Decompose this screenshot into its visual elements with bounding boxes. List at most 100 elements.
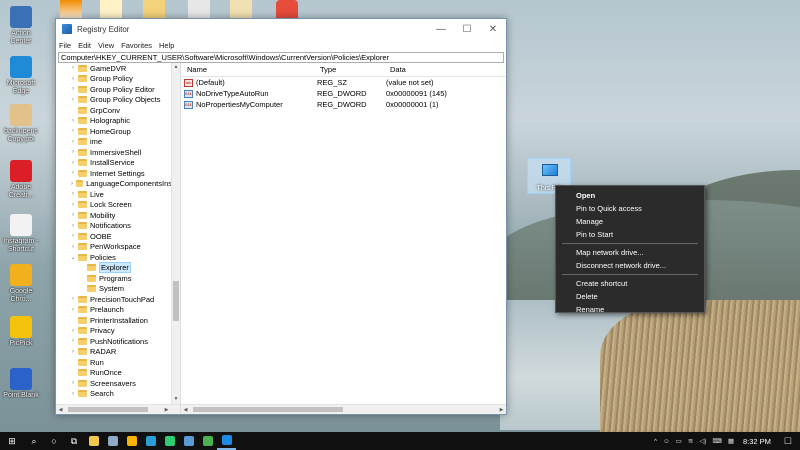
chevron-right-icon[interactable]: › <box>68 149 78 155</box>
tree-item[interactable]: GrpConv <box>56 105 172 116</box>
column-data[interactable]: Data <box>384 65 506 74</box>
tree-vertical-scrollbar[interactable]: ▲ ▼ <box>171 63 180 404</box>
taskbar-app-button[interactable] <box>84 432 103 450</box>
tree-item[interactable]: › ImmersiveShell <box>56 147 172 158</box>
tray-chevron-icon[interactable]: ^ <box>654 438 657 445</box>
desktop-icon[interactable]: Point Blank <box>0 368 42 400</box>
tree-item[interactable]: › Group Policy Editor <box>56 84 172 95</box>
tree-item[interactable]: › Holographic <box>56 116 172 127</box>
chevron-right-icon[interactable]: › <box>68 391 78 397</box>
tree-item[interactable]: › PushNotifications <box>56 336 172 347</box>
registry-editor-window[interactable]: Registry Editor — ☐ ✕ File Edit View Fav… <box>55 18 507 415</box>
menu-view[interactable]: View <box>98 41 114 50</box>
chevron-right-icon[interactable]: › <box>68 170 78 176</box>
desktop-icon[interactable]: Google Chro... <box>0 264 42 304</box>
chevron-right-icon[interactable]: › <box>68 380 78 386</box>
scroll-right-icon[interactable]: ▶ <box>162 405 171 414</box>
tree-item[interactable]: › RADAR <box>56 347 172 358</box>
task-view-icon[interactable]: ⧉ <box>64 432 84 450</box>
search-icon[interactable]: ⌕ <box>24 432 44 450</box>
taskbar-app-button[interactable] <box>217 432 236 450</box>
desktop-icon[interactable]: PicPick <box>0 316 42 348</box>
tree-item[interactable]: › Prelaunch <box>56 305 172 316</box>
chevron-right-icon[interactable]: › <box>68 328 78 334</box>
value-row[interactable]: ab (Default) REG_SZ (value not set) <box>181 77 506 88</box>
wifi-icon[interactable]: ≋ <box>688 437 693 445</box>
values-hscroll-thumb[interactable] <box>193 407 343 412</box>
taskbar-app-button[interactable] <box>122 432 141 450</box>
value-row[interactable]: 011 NoPropertiesMyComputer REG_DWORD 0x0000… <box>181 99 506 110</box>
tree-item[interactable]: › HomeGroup <box>56 126 172 137</box>
tree-item[interactable]: › Mobility <box>56 210 172 221</box>
emoji-tray-icon[interactable]: ☺ <box>663 438 670 445</box>
tree-item[interactable]: Programs <box>56 273 172 284</box>
context-menu-item[interactable]: Open <box>556 189 704 202</box>
tree-item[interactable]: PrinterInstallation <box>56 315 172 326</box>
close-button[interactable]: ✕ <box>480 19 506 39</box>
tree-item[interactable]: › PenWorkspace <box>56 242 172 253</box>
chevron-right-icon[interactable]: › <box>68 307 78 313</box>
tree-item[interactable]: › InstallService <box>56 158 172 169</box>
tree-item[interactable]: › LanguageComponentsIns <box>56 179 172 190</box>
tree-item[interactable]: › GameDVR <box>56 63 172 74</box>
clock[interactable]: 8:32 PM <box>743 437 771 446</box>
scroll-right-icon[interactable]: ▶ <box>497 405 506 415</box>
key-tree-pane[interactable]: › GameDVR › Group Policy › Group Policy Edito… <box>56 63 181 414</box>
menu-file[interactable]: File <box>59 41 71 50</box>
scroll-left-icon[interactable]: ◀ <box>181 405 190 415</box>
start-button[interactable]: ⊞ <box>0 432 24 450</box>
tree-hscroll-thumb[interactable] <box>68 407 148 412</box>
column-name[interactable]: Name <box>181 65 314 74</box>
desktop-icon[interactable]: Action Center <box>0 6 42 46</box>
tree-horizontal-scrollbar[interactable]: ◀ ▶ <box>56 404 180 414</box>
chevron-right-icon[interactable]: › <box>68 76 78 82</box>
context-menu-item[interactable]: Create shortcut <box>556 277 704 290</box>
chevron-right-icon[interactable]: › <box>68 191 78 197</box>
chevron-right-icon[interactable]: › <box>68 202 78 208</box>
chevron-right-icon[interactable]: › <box>68 212 78 218</box>
chevron-right-icon[interactable]: › <box>68 338 78 344</box>
tree-item[interactable]: System <box>56 284 172 295</box>
tree-item[interactable]: ⌄ Policies <box>56 252 172 263</box>
battery-icon[interactable]: ▭ <box>676 437 682 445</box>
cortana-icon[interactable]: ○ <box>44 432 64 450</box>
context-menu-item[interactable]: Disconnect network drive... <box>556 259 704 272</box>
tree-item[interactable]: › Group Policy <box>56 74 172 85</box>
chevron-right-icon[interactable]: › <box>68 233 78 239</box>
volume-icon[interactable]: ◁) <box>699 437 706 445</box>
scroll-down-icon[interactable]: ▼ <box>172 395 180 404</box>
context-menu-item[interactable]: Rename <box>556 303 704 316</box>
tree-scroll-thumb[interactable] <box>173 281 179 321</box>
context-menu-item[interactable]: Manage <box>556 215 704 228</box>
chevron-right-icon[interactable]: › <box>68 223 78 229</box>
desktop-icon[interactable]: Adobe Creati... <box>0 160 42 200</box>
tree-item[interactable]: Explorer <box>56 262 172 274</box>
tree-item[interactable]: › Group Policy Objects <box>56 95 172 106</box>
taskbar-app-button[interactable] <box>160 432 179 450</box>
title-bar[interactable]: Registry Editor — ☐ ✕ <box>56 19 506 39</box>
scroll-left-icon[interactable]: ◀ <box>56 405 65 414</box>
chevron-down-icon[interactable]: ⌄ <box>68 254 78 261</box>
chevron-right-icon[interactable]: › <box>68 244 78 250</box>
notifications-icon[interactable]: ☐ <box>784 436 792 447</box>
input-method-icon[interactable]: ▦ <box>728 437 734 445</box>
tree-item[interactable]: › Privacy <box>56 326 172 337</box>
context-menu-item[interactable]: Pin to Quick access <box>556 202 704 215</box>
context-menu-item[interactable]: Pin to Start <box>556 228 704 241</box>
chevron-right-icon[interactable]: › <box>68 86 78 92</box>
address-bar[interactable]: Computer\HKEY_CURRENT_USER\Software\Micr… <box>58 52 504 63</box>
chevron-right-icon[interactable]: › <box>68 128 78 134</box>
chevron-right-icon[interactable]: › <box>68 139 78 145</box>
menu-edit[interactable]: Edit <box>78 41 91 50</box>
desktop-icon[interactable]: backupenc Copy.pfx <box>0 104 42 144</box>
values-horizontal-scrollbar[interactable]: ◀ ▶ <box>181 404 506 414</box>
context-menu-item[interactable]: Delete <box>556 290 704 303</box>
tree-item[interactable]: › ime <box>56 137 172 148</box>
chevron-right-icon[interactable]: › <box>68 296 78 302</box>
chevron-right-icon[interactable]: › <box>68 160 78 166</box>
tree-item[interactable]: › Internet Settings <box>56 168 172 179</box>
tree-item[interactable]: › Lock Screen <box>56 200 172 211</box>
desktop-icon[interactable]: Instagram - Shortcut <box>0 214 42 254</box>
tree-item[interactable]: › Search <box>56 389 172 400</box>
tree-item[interactable]: › PrecisionTouchPad <box>56 294 172 305</box>
